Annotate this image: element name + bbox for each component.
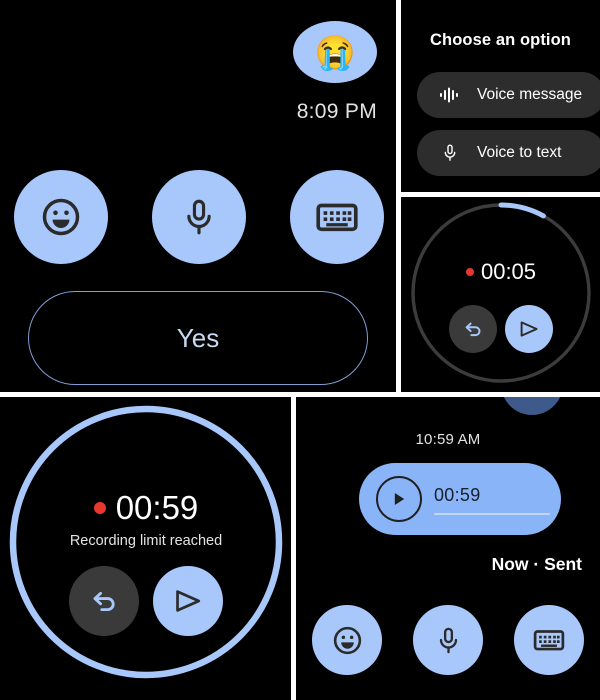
recording-dial-full: 00:59 Recording limit reached (7, 403, 285, 681)
recording-dot-icon (93, 502, 106, 514)
panel-recording-limit: 00:59 Recording limit reached (0, 397, 291, 700)
voice-message-bubble[interactable]: 00:59 (359, 463, 561, 535)
recording-limit-message: Recording limit reached (69, 533, 223, 549)
recording-time-value: 00:05 (480, 259, 537, 284)
quick-action-row-2 (312, 605, 584, 675)
play-icon (394, 493, 405, 505)
microphone-icon (187, 199, 211, 235)
undo-icon (93, 591, 115, 612)
voice-message-option[interactable]: Voice message (417, 72, 600, 118)
keyboard-icon (533, 630, 565, 651)
voice-message-label: Voice message (477, 86, 583, 103)
recording-dial: 00:05 (409, 201, 593, 385)
suggested-reply-button[interactable]: Yes (28, 291, 368, 385)
recording-time-value: 00:59 (115, 489, 199, 526)
panel-recording-active: 00:05 (401, 197, 600, 392)
undo-icon (465, 322, 481, 337)
emoji-icon (333, 626, 361, 654)
panel-sent-message: 10:59 AM 00:59 Now · Sent (296, 397, 600, 700)
send-button[interactable] (153, 566, 223, 636)
send-button[interactable] (505, 305, 553, 353)
recording-time-row-full: 00:59 (7, 489, 285, 527)
microphone-icon (439, 142, 461, 164)
undo-button[interactable] (69, 566, 139, 636)
panel-quick-reply: 😭 8:09 PM Yes (0, 0, 396, 392)
keyboard-button[interactable] (514, 605, 584, 675)
waveform-icon (439, 85, 461, 105)
recording-dot-icon (465, 268, 474, 276)
recording-progress-ring (410, 202, 592, 384)
recording-action-row (409, 305, 593, 353)
send-icon (520, 321, 538, 337)
quick-action-row (14, 170, 384, 264)
emoji-button[interactable] (312, 605, 382, 675)
message-status: Now · Sent (491, 554, 582, 574)
send-icon (176, 590, 201, 612)
incoming-emoji-bubble: 😭 (293, 21, 377, 83)
recording-time-row: 00:05 (409, 259, 593, 285)
keyboard-button[interactable] (290, 170, 384, 264)
microphone-button[interactable] (413, 605, 483, 675)
undo-button[interactable] (449, 305, 497, 353)
keyboard-icon (316, 203, 358, 232)
audio-meta: 00:59 (434, 483, 550, 515)
screenshot-collage: 😭 8:09 PM Yes Choose an option Voice mes… (0, 0, 600, 700)
microphone-icon (439, 627, 457, 653)
panel-choose-option: Choose an option Voice message Voice to … (401, 0, 600, 192)
audio-duration: 00:59 (434, 485, 481, 505)
emoji-button[interactable] (14, 170, 108, 264)
message-timestamp: 8:09 PM (296, 100, 377, 123)
emoji-glyph: 😭 (314, 33, 356, 71)
play-button[interactable] (376, 476, 422, 522)
recording-action-row-full (7, 566, 285, 636)
suggested-reply-label: Yes (176, 322, 220, 353)
voice-to-text-label: Voice to text (477, 144, 562, 161)
audio-progress-track[interactable] (434, 513, 550, 515)
choose-option-title: Choose an option (430, 31, 571, 49)
conversation-timestamp: 10:59 AM (415, 431, 481, 448)
voice-to-text-option[interactable]: Voice to text (417, 130, 600, 176)
microphone-button[interactable] (152, 170, 246, 264)
previous-message-bubble (501, 397, 563, 415)
emoji-icon (42, 198, 80, 236)
